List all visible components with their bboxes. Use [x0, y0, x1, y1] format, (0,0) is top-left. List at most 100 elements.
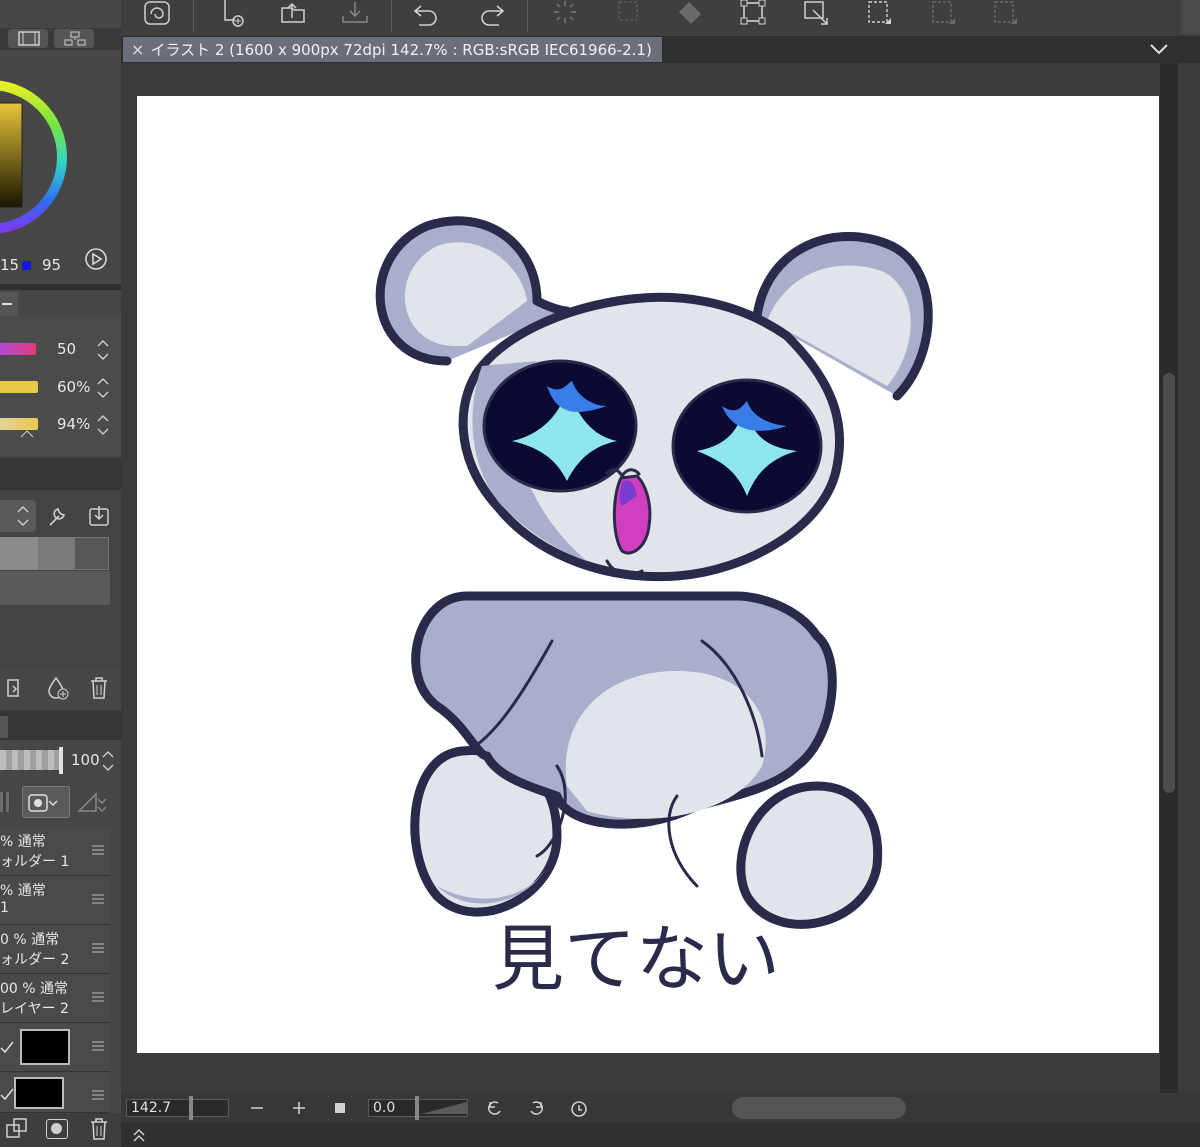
selection-clear-icon[interactable] [611, 0, 647, 30]
marquee-icon[interactable] [861, 0, 897, 30]
palette-dropdown[interactable] [0, 500, 36, 532]
layer-row[interactable]: % 通常 1 [0, 877, 110, 925]
mask-check-icon [28, 794, 58, 812]
color-wheel[interactable] [0, 55, 121, 255]
navigator-bar: 142.7 0.0 [121, 1093, 1200, 1123]
loading-spinner-icon[interactable] [547, 0, 583, 30]
copy-icon[interactable] [4, 676, 28, 700]
play-icon[interactable] [84, 247, 108, 271]
hamburger-icon[interactable] [92, 893, 104, 905]
zoom-level-value: 142.7 [131, 1100, 172, 1116]
undo-icon[interactable] [411, 0, 447, 30]
checkmark-icon[interactable] [0, 1040, 14, 1054]
slider-caret-icon [20, 430, 34, 438]
brush-size-slider[interactable] [0, 343, 36, 355]
vertical-scrollbar[interactable] [1160, 63, 1178, 1093]
zoom-slider-handle[interactable] [189, 1096, 193, 1120]
color-swatch[interactable] [0, 537, 38, 570]
bear-illustration: 見てない [375, 216, 933, 1001]
document-tab[interactable]: × イラスト 2 (1600 x 900px 72dpi 142.7% : RG… [123, 37, 662, 62]
transparency-icon [0, 792, 10, 812]
app-logo-icon[interactable] [139, 0, 175, 30]
horizontal-scroll-thumb[interactable] [732, 1097, 906, 1119]
right-edge-strip [1178, 63, 1200, 1147]
panel-divider [0, 458, 121, 490]
minus-icon [2, 303, 12, 305]
rotate-left-icon[interactable] [486, 1099, 504, 1117]
zoom-out-icon[interactable] [249, 1100, 265, 1116]
brush-density-stepper-icon[interactable] [96, 375, 110, 401]
slider-handle[interactable] [59, 747, 63, 774]
layer-name: ォルダー 2 [0, 952, 70, 968]
hamburger-icon[interactable] [92, 991, 104, 1003]
layer-row[interactable] [0, 1024, 110, 1072]
toolbar-scrollbar[interactable] [1181, 0, 1200, 34]
trash-icon[interactable] [88, 676, 110, 700]
layer-opacity-value: 100 [71, 751, 100, 769]
import-icon[interactable] [87, 503, 113, 529]
layer-row[interactable]: % 通常 ォルダー 1 [0, 828, 110, 876]
transform-icon[interactable] [735, 0, 771, 30]
hamburger-icon[interactable] [92, 1089, 104, 1101]
rotate-right-icon[interactable] [527, 1099, 545, 1117]
document-title: イラスト 2 (1600 x 900px 72dpi 142.7% : RGB:… [150, 41, 652, 59]
color-swatch-row [0, 571, 110, 605]
opacity-stepper-icon[interactable] [101, 748, 115, 774]
mask-icon[interactable] [46, 1119, 68, 1139]
color-value-a: 15 [0, 256, 20, 274]
hamburger-icon[interactable] [92, 1040, 104, 1052]
fit-screen-icon[interactable] [334, 1102, 346, 1114]
rotation-value: 0.0 [373, 1100, 396, 1116]
canvas-workspace[interactable]: 見てない [121, 63, 1160, 1093]
layer-row[interactable]: 0 % 通常 ォルダー 2 [0, 926, 110, 974]
zoom-level-field[interactable]: 142.7 [126, 1096, 229, 1120]
layer-thumbnail [20, 1029, 70, 1065]
layer-row[interactable] [0, 1073, 110, 1113]
add-drop-icon[interactable] [45, 675, 71, 701]
open-folder-icon[interactable] [276, 0, 312, 30]
new-file-icon[interactable] [215, 0, 251, 30]
layer-opacity-slider[interactable] [0, 750, 62, 770]
brush-opacity-stepper-icon[interactable] [96, 412, 110, 438]
layer-blend-label: % 通常 [0, 883, 46, 899]
layer-panel-tab[interactable] [0, 716, 8, 738]
brush-opacity-slider[interactable] [0, 418, 38, 430]
hamburger-icon[interactable] [92, 942, 104, 954]
selection-transform-icon[interactable] [799, 0, 835, 30]
marquee-icon[interactable] [925, 0, 961, 30]
redo-icon[interactable] [473, 0, 509, 30]
panel-divider [0, 284, 121, 290]
rotation-field[interactable]: 0.0 [368, 1096, 468, 1120]
fill-bucket-icon[interactable] [673, 0, 709, 30]
save-icon[interactable] [337, 0, 373, 30]
brush-settings-tab[interactable] [0, 292, 18, 316]
hamburger-icon[interactable] [92, 844, 104, 856]
canvas[interactable]: 見てない [137, 96, 1159, 1053]
brush-size-stepper-icon[interactable] [96, 337, 110, 363]
clipping-toggle-button[interactable] [22, 786, 70, 818]
layer-blend-label: 00 % 通常 [0, 981, 69, 997]
brush-opacity-value: 94% [57, 415, 91, 433]
checkmark-icon[interactable] [0, 1087, 14, 1101]
hierarchy-icon [64, 31, 86, 46]
new-layer-icon[interactable] [5, 1117, 29, 1141]
navigator-tab-button[interactable] [54, 29, 94, 48]
color-swatch[interactable] [38, 537, 74, 570]
wrench-icon[interactable] [44, 503, 70, 529]
marquee-icon[interactable] [987, 0, 1023, 30]
layer-name: レイヤー 2 [0, 1001, 69, 1017]
reference-layer-icon[interactable] [76, 789, 116, 817]
chevron-double-up-icon[interactable] [131, 1127, 147, 1143]
rotation-slider-handle[interactable] [415, 1096, 419, 1120]
close-icon[interactable]: × [131, 40, 144, 59]
color-set-tab-button[interactable] [8, 29, 48, 48]
zoom-in-icon[interactable] [291, 1100, 307, 1116]
status-bar [121, 1123, 1200, 1147]
brush-density-slider[interactable] [0, 381, 38, 393]
reset-rotation-icon[interactable] [569, 1098, 589, 1118]
layer-row[interactable]: 00 % 通常 レイヤー 2 [0, 975, 110, 1023]
chevron-down-icon[interactable] [1148, 41, 1170, 57]
color-swatch[interactable] [74, 537, 109, 570]
vertical-scroll-thumb[interactable] [1163, 373, 1175, 793]
trash-icon[interactable] [88, 1117, 110, 1141]
